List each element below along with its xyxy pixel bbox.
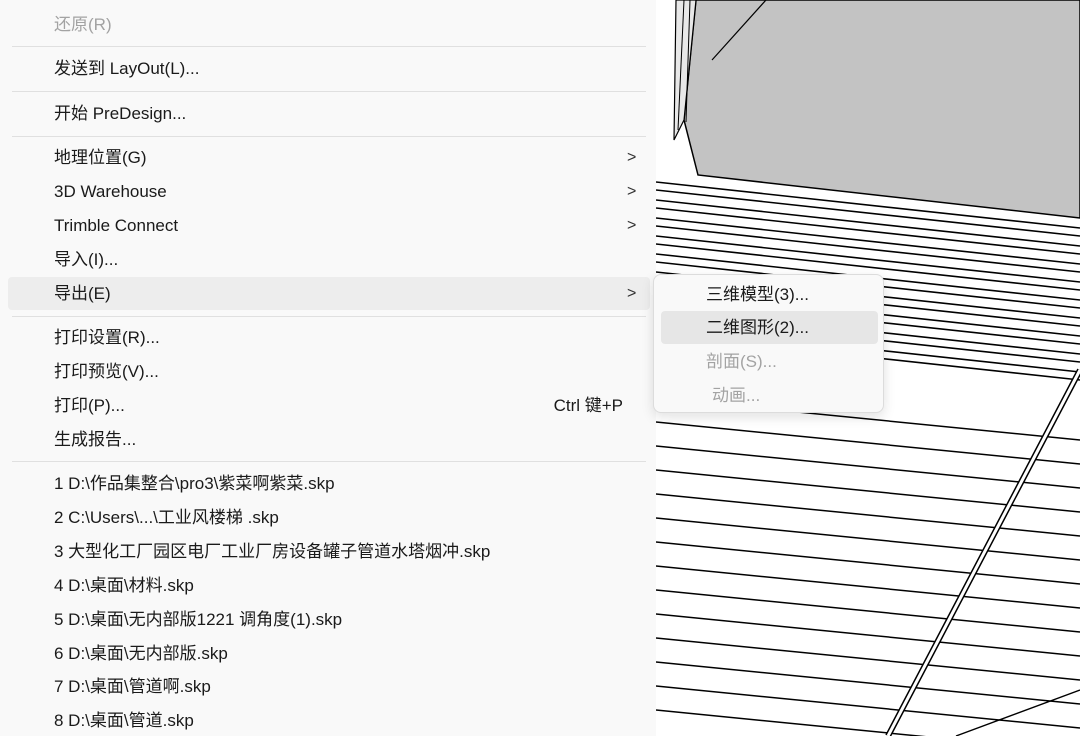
menu-item-print[interactable]: 打印(P)... Ctrl 键+P — [8, 389, 650, 422]
recent-file-1[interactable]: 1 D:\作品集整合\pro3\紫菜啊紫菜.skp — [8, 467, 650, 500]
menu-item-revert: 还原(R) — [8, 8, 650, 41]
menu-item-trimble-connect[interactable]: Trimble Connect > — [8, 209, 650, 242]
menu-separator — [12, 91, 646, 92]
menu-separator — [12, 461, 646, 462]
submenu-item-label: 剖面(S)... — [706, 352, 777, 371]
menu-item-label: 打印设置(R)... — [54, 328, 160, 347]
menu-item-label: Trimble Connect — [54, 216, 179, 235]
menu-item-label: 打印预览(V)... — [54, 362, 159, 381]
chevron-right-icon: > — [627, 285, 637, 302]
shortcut-label: Ctrl 键+P — [553, 396, 623, 415]
export-submenu: 三维模型(3)... 二维图形(2)... 剖面(S)... 动画... — [653, 274, 884, 413]
chevron-right-icon: > — [627, 217, 637, 234]
menu-item-print-preview[interactable]: 打印预览(V)... — [8, 355, 650, 388]
menu-item-export[interactable]: 导出(E) > — [8, 277, 650, 310]
menu-item-label: 3D Warehouse — [54, 182, 167, 201]
menu-item-label: 开始 PreDesign... — [54, 104, 187, 123]
menu-item-geo-location[interactable]: 地理位置(G) > — [8, 141, 650, 174]
submenu-item-2d-graphic[interactable]: 二维图形(2)... — [661, 311, 878, 344]
menu-item-send-to-layout[interactable]: 发送到 LayOut(L)... — [8, 52, 650, 85]
recent-file-label: 6 D:\桌面\无内部版.skp — [54, 644, 228, 663]
submenu-item-label: 三维模型(3)... — [706, 285, 809, 304]
chevron-right-icon: > — [627, 149, 637, 166]
recent-file-5[interactable]: 5 D:\桌面\无内部版1221 调角度(1).skp — [8, 603, 650, 636]
menu-item-label: 地理位置(G) — [54, 148, 147, 167]
recent-file-label: 8 D:\桌面\管道.skp — [54, 711, 194, 730]
menu-item-print-setup[interactable]: 打印设置(R)... — [8, 321, 650, 354]
recent-file-3[interactable]: 3 大型化工厂园区电厂工业厂房设备罐子管道水塔烟冲.skp — [8, 535, 650, 568]
recent-file-2[interactable]: 2 C:\Users\...\工业风楼梯 .skp — [8, 501, 650, 534]
menu-item-label: 发送到 LayOut(L)... — [54, 59, 200, 78]
menu-item-label: 还原(R) — [54, 15, 112, 34]
file-menu: 还原(R) 发送到 LayOut(L)... 开始 PreDesign... 地… — [0, 0, 656, 736]
menu-item-generate-report[interactable]: 生成报告... — [8, 423, 650, 456]
submenu-item-3d-model[interactable]: 三维模型(3)... — [661, 278, 878, 311]
submenu-item-label: 二维图形(2)... — [706, 318, 809, 337]
menu-separator — [12, 136, 646, 137]
recent-file-label: 1 D:\作品集整合\pro3\紫菜啊紫菜.skp — [54, 474, 335, 493]
submenu-item-animation: 动画... — [661, 379, 878, 412]
recent-file-label: 5 D:\桌面\无内部版1221 调角度(1).skp — [54, 610, 343, 629]
menu-separator — [12, 316, 646, 317]
recent-file-7[interactable]: 7 D:\桌面\管道啊.skp — [8, 670, 650, 703]
chevron-right-icon: > — [627, 183, 637, 200]
menu-item-label: 导入(I)... — [54, 250, 119, 269]
menu-item-label: 生成报告... — [54, 430, 137, 449]
recent-file-6[interactable]: 6 D:\桌面\无内部版.skp — [8, 637, 650, 670]
menu-item-label: 打印(P)... — [54, 396, 125, 415]
recent-file-8[interactable]: 8 D:\桌面\管道.skp — [8, 704, 650, 737]
submenu-item-label: 动画... — [712, 386, 761, 405]
recent-file-label: 7 D:\桌面\管道啊.skp — [54, 677, 211, 696]
submenu-item-section: 剖面(S)... — [661, 345, 878, 378]
recent-file-4[interactable]: 4 D:\桌面\材料.skp — [8, 569, 650, 602]
menu-separator — [12, 46, 646, 47]
menu-item-import[interactable]: 导入(I)... — [8, 243, 650, 276]
menu-item-label: 导出(E) — [54, 284, 111, 303]
recent-file-label: 3 大型化工厂园区电厂工业厂房设备罐子管道水塔烟冲.skp — [54, 542, 491, 561]
recent-file-label: 4 D:\桌面\材料.skp — [54, 576, 194, 595]
menu-item-3d-warehouse[interactable]: 3D Warehouse > — [8, 175, 650, 208]
menu-item-start-predesign[interactable]: 开始 PreDesign... — [8, 97, 650, 130]
recent-file-label: 2 C:\Users\...\工业风楼梯 .skp — [54, 508, 279, 527]
